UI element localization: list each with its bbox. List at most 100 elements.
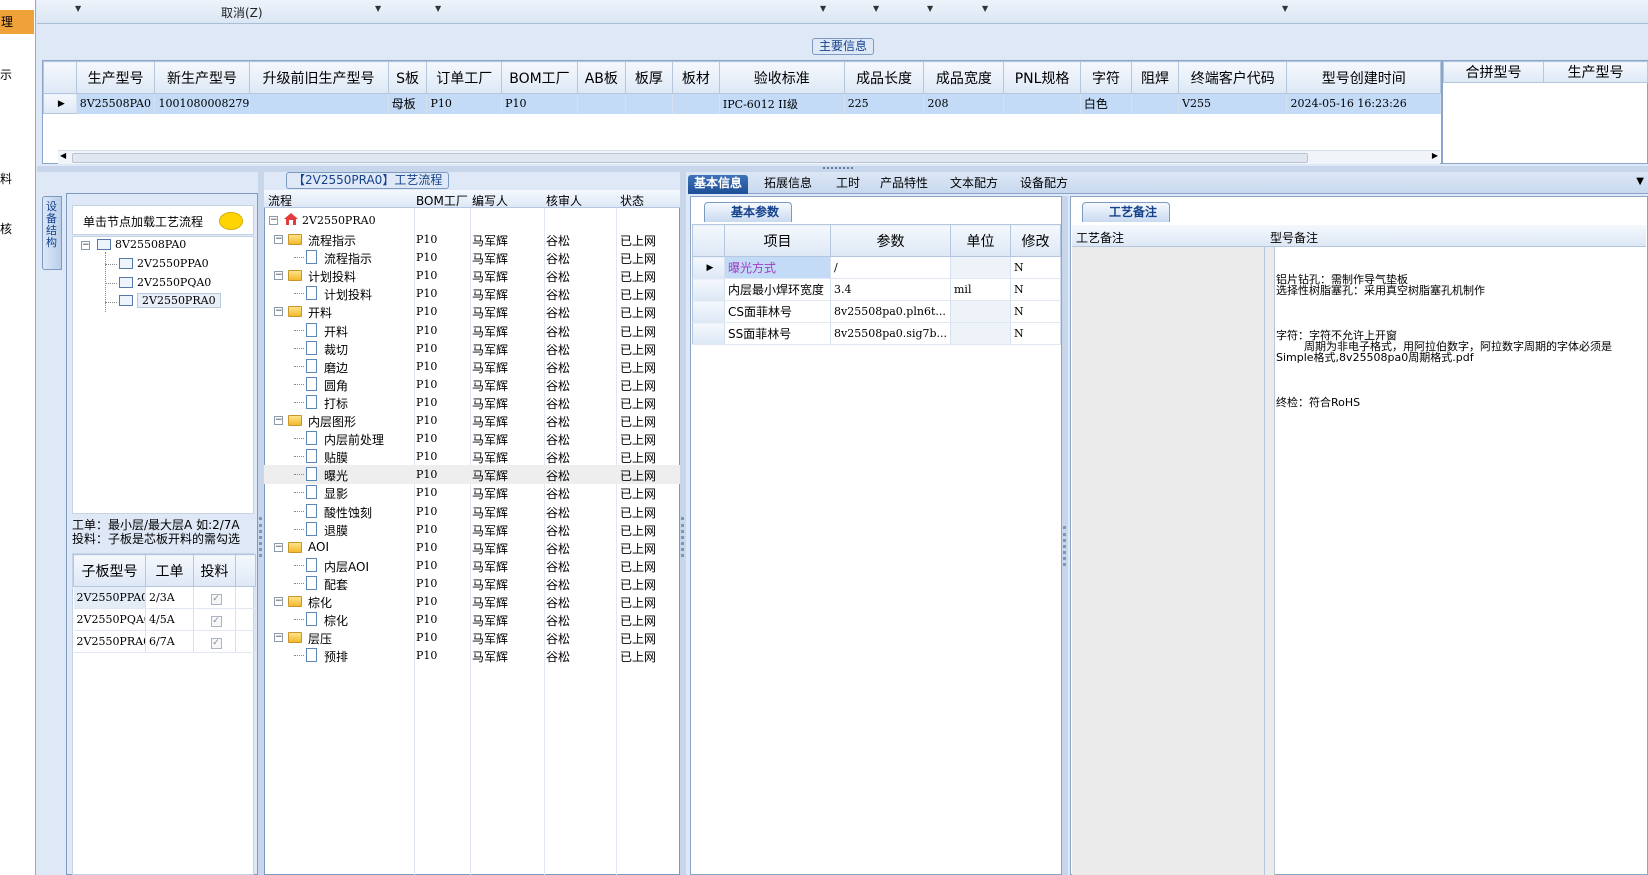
collapse-icon[interactable]: − (274, 271, 283, 281)
col-header[interactable]: BOM工厂 (416, 192, 468, 209)
dropdown-arrow-icon[interactable]: ▼ (435, 4, 441, 13)
table-cell[interactable] (625, 93, 673, 114)
collapse-icon[interactable]: − (274, 597, 283, 606)
flow-step-row[interactable]: 棕化 P10 马军辉 谷松 已上网 (264, 610, 680, 629)
flow-step-row[interactable]: 流程指示 P10 马军辉 谷松 已上网 (264, 248, 680, 267)
table-cell[interactable]: 2024-05-16 16:23:26 (1286, 93, 1441, 114)
col-header[interactable]: 合拼型号 (1443, 61, 1544, 83)
table-cell[interactable]: 2V2550PQA0 (73, 608, 146, 631)
vertical-splitter[interactable] (1062, 196, 1068, 875)
tree-node-selected[interactable]: 2V2550PRA0 (119, 293, 221, 308)
col-header[interactable]: 参数 (830, 224, 951, 257)
table-cell[interactable]: 208 (923, 93, 1005, 114)
model-remark-text[interactable]: 铝片钻孔：需制作导气垫板 选择性树脂塞孔：采用真空树脂塞孔机制作 字符：字符不允许… (1276, 252, 1636, 431)
table-cell[interactable]: 6/7A (145, 630, 194, 653)
flow-step-row[interactable]: 圆角 P10 马军辉 谷松 已上网 (264, 375, 680, 394)
table-cell[interactable]: 内层最小焊环宽度 (724, 278, 831, 301)
collapse-icon[interactable]: − (274, 235, 283, 244)
col-header[interactable]: 验收标准 (718, 61, 845, 94)
flow-group-row[interactable]: − AOI P10 马军辉 谷松 已上网 (264, 538, 680, 557)
basic-params-tab[interactable]: 基本参数 (704, 202, 793, 222)
table-cell[interactable]: SS面菲林号 (724, 322, 831, 345)
table-cell[interactable]: N (1010, 278, 1061, 301)
table-cell[interactable]: CS面菲林号 (724, 300, 831, 323)
flow-group-row[interactable]: − 层压 P10 马军辉 谷松 已上网 (264, 628, 680, 647)
col-header[interactable]: 修改 (1010, 224, 1061, 257)
table-cell[interactable] (577, 93, 626, 114)
scroll-right-icon[interactable]: ▶ (1432, 151, 1438, 160)
process-remark-area[interactable] (1072, 247, 1265, 875)
flow-step-row[interactable]: 配套 P10 马军辉 谷松 已上网 (264, 574, 680, 593)
table-cell[interactable]: N (1010, 256, 1061, 279)
flow-step-row[interactable]: 酸性蚀刻 P10 马军辉 谷松 已上网 (264, 502, 680, 521)
nav-item[interactable]: 示 (0, 66, 12, 83)
tab-equipment-recipe[interactable]: 设备配方 (1014, 175, 1074, 194)
flow-step-row[interactable]: 曝光 P10 马军辉 谷松 已上网 (264, 465, 680, 485)
col-header[interactable]: 板厚 (624, 61, 673, 94)
cancel-button[interactable]: 取消(Z) (221, 4, 263, 21)
col-header[interactable]: 新生产型号 (154, 61, 250, 94)
flow-group-row[interactable]: − 计划投料 P10 马军辉 谷松 已上网 (264, 266, 680, 285)
table-cell[interactable]: 曝光方式 (724, 256, 831, 279)
col-header[interactable]: 工单 (145, 554, 194, 587)
col-header[interactable]: 成品长度 (843, 61, 925, 94)
dropdown-arrow-icon[interactable]: ▼ (1282, 4, 1288, 13)
flow-group-row[interactable]: − 开料 P10 马军辉 谷松 已上网 (264, 302, 680, 321)
dropdown-arrow-icon[interactable]: ▼ (75, 4, 81, 13)
table-cell[interactable]: 白色 (1080, 93, 1133, 114)
flow-step-row[interactable]: 内层前处理 P10 马军辉 谷松 已上网 (264, 429, 680, 448)
col-header[interactable]: 流程 (268, 192, 292, 209)
scrollbar-thumb[interactable] (72, 153, 1308, 163)
tab-basic-info[interactable]: 基本信息 (688, 175, 749, 194)
col-header[interactable]: 阻焊 (1131, 61, 1180, 94)
col-header[interactable]: AB板 (576, 61, 626, 94)
col-header[interactable]: 编写人 (472, 192, 508, 209)
dropdown-arrow-icon[interactable]: ▼ (375, 4, 381, 13)
col-header[interactable]: 订单工厂 (426, 61, 503, 94)
flow-step-row[interactable]: 磨边 P10 马军辉 谷松 已上网 (264, 357, 680, 376)
table-cell[interactable] (249, 93, 389, 114)
tab-text-recipe[interactable]: 文本配方 (944, 175, 1004, 194)
table-row[interactable]: 2V2550PPA0 2/3A ✓ (73, 586, 256, 609)
col-header[interactable]: 成品宽度 (923, 61, 1005, 94)
flow-group-row[interactable]: − 棕化 P10 马军辉 谷松 已上网 (264, 592, 680, 611)
table-cell[interactable]: N (1010, 300, 1061, 323)
collapse-icon[interactable]: − (274, 542, 283, 552)
flow-step-row[interactable]: 打标 P10 马军辉 谷松 已上网 (264, 393, 680, 412)
side-tab-structure[interactable]: 设备结构 (42, 196, 62, 270)
flow-step-row[interactable]: 内层AOI P10 马军辉 谷松 已上网 (264, 556, 680, 575)
table-cell[interactable]: 4/5A (145, 608, 194, 631)
table-cell[interactable] (950, 322, 1011, 345)
table-cell[interactable]: 2V2550PPA0 (73, 586, 146, 609)
tree-node[interactable]: 2V2550PQA0 (119, 276, 211, 289)
table-cell[interactable] (1131, 93, 1180, 114)
flow-group-row[interactable]: − 流程指示 P10 马军辉 谷松 已上网 (264, 230, 680, 249)
table-cell[interactable] (950, 256, 1011, 279)
table-row[interactable]: 内层最小焊环宽度 3.4 mil N (692, 278, 1061, 301)
tree-node[interactable]: 2V2550PPA0 (119, 257, 209, 270)
table-row[interactable]: ▶ 曝光方式 / N (692, 256, 1061, 279)
table-cell[interactable] (672, 93, 720, 114)
tab-extended-info[interactable]: 拓展信息 (758, 175, 818, 194)
table-cell[interactable]: P10 (426, 93, 503, 114)
col-header[interactable]: 生产型号 (1543, 61, 1648, 83)
table-row[interactable]: 2V2550PQA0 4/5A ✓ (73, 608, 256, 631)
collapse-icon[interactable]: − (81, 241, 90, 250)
dropdown-arrow-icon[interactable]: ▼ (982, 4, 988, 13)
remark-tab[interactable]: 工艺备注 (1082, 202, 1171, 222)
table-cell[interactable]: / (830, 256, 951, 279)
table-row[interactable]: CS面菲林号 8v25508pa0.pln6t... N (692, 300, 1061, 323)
horizontal-scrollbar[interactable]: ◀ ▶ (58, 150, 1440, 164)
col-header[interactable]: 单位 (950, 224, 1011, 257)
flow-step-row[interactable]: 退膜 P10 马军辉 谷松 已上网 (264, 520, 680, 539)
nav-item[interactable]: 料 (0, 170, 12, 187)
tab-work-hours[interactable]: 工时 (830, 175, 866, 194)
checkbox[interactable]: ✓ (193, 586, 236, 609)
col-header[interactable]: 核审人 (546, 192, 582, 209)
checkbox[interactable]: ✓ (193, 608, 236, 631)
col-header[interactable]: 终端客户代码 (1178, 61, 1288, 94)
dropdown-arrow-icon[interactable]: ▼ (927, 4, 933, 13)
table-cell[interactable]: V255 (1178, 93, 1288, 114)
dropdown-arrow-icon[interactable]: ▼ (873, 4, 879, 13)
col-header[interactable]: PNL规格 (1003, 61, 1081, 94)
